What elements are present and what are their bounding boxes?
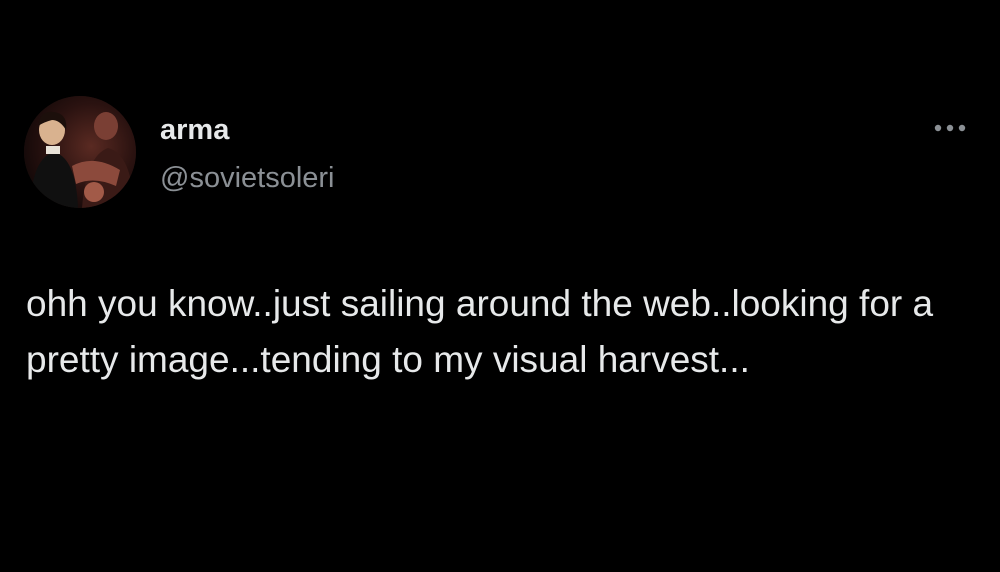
author-handle[interactable]: @sovietsoleri [160, 160, 335, 196]
more-dots-icon [934, 124, 966, 132]
tweet-card: arma @sovietsoleri ohh you know..just sa… [0, 0, 1000, 572]
avatar-photo-icon [24, 96, 136, 208]
author-display-name[interactable]: arma [160, 112, 229, 148]
tweet-text: ohh you know..just sailing around the we… [26, 283, 934, 380]
avatar[interactable] [24, 96, 136, 208]
more-options-button[interactable] [926, 114, 974, 142]
